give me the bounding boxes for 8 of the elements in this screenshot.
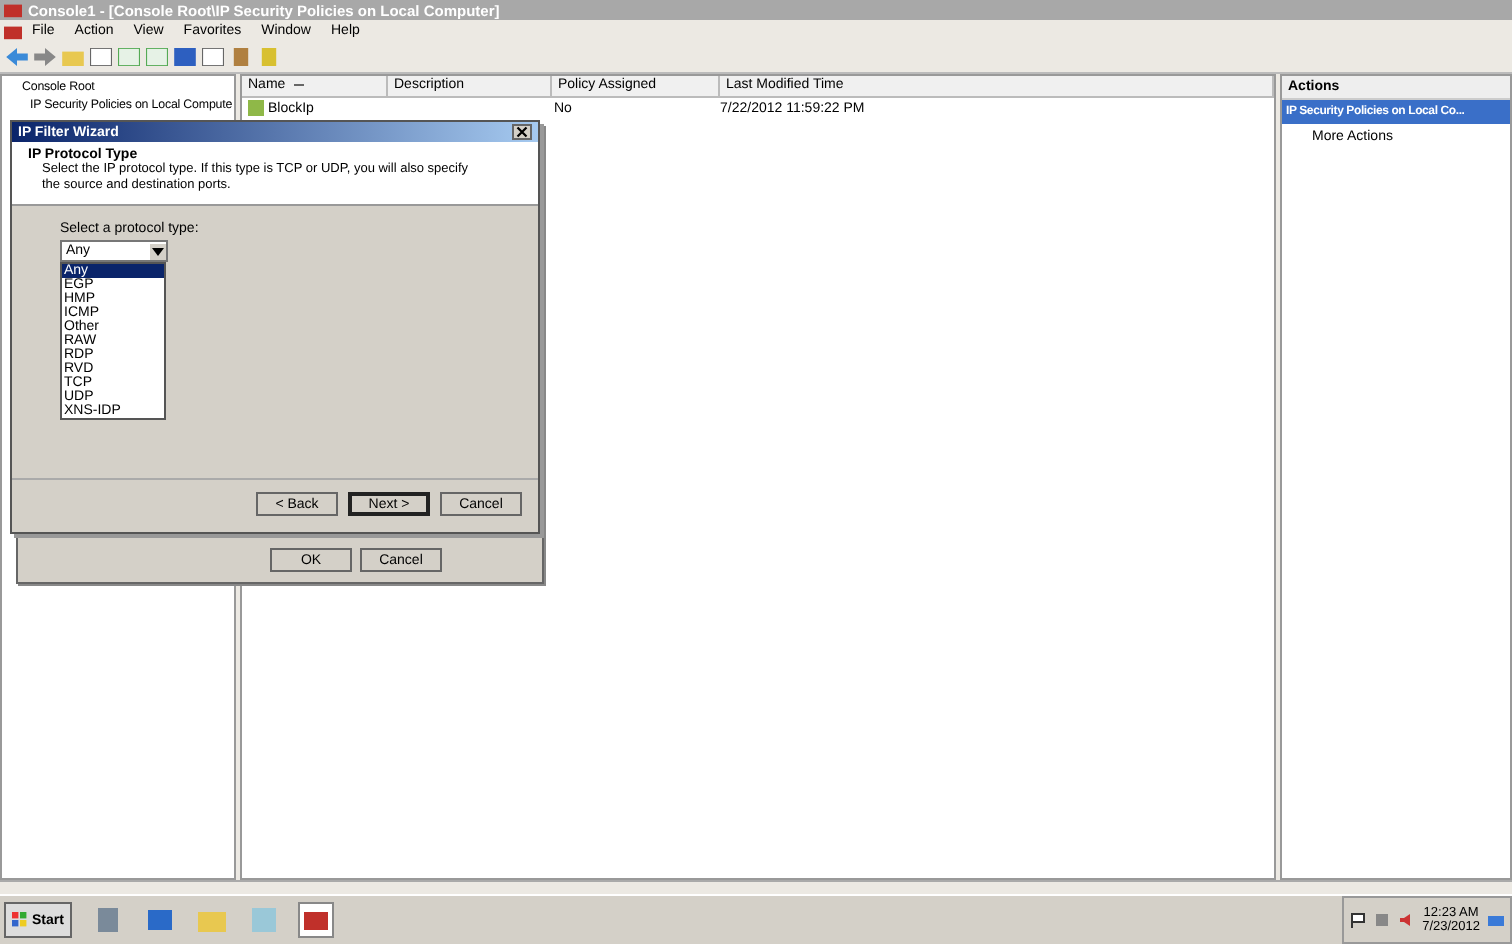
close-icon — [516, 126, 528, 138]
back-icon[interactable] — [6, 48, 28, 66]
speaker-icon[interactable] — [1398, 912, 1415, 928]
flag-icon[interactable] — [1350, 912, 1367, 928]
close-button[interactable] — [512, 124, 532, 140]
dropdown-arrow-icon — [150, 243, 166, 259]
forward-icon[interactable] — [34, 48, 56, 66]
windows-logo-icon — [12, 912, 28, 928]
